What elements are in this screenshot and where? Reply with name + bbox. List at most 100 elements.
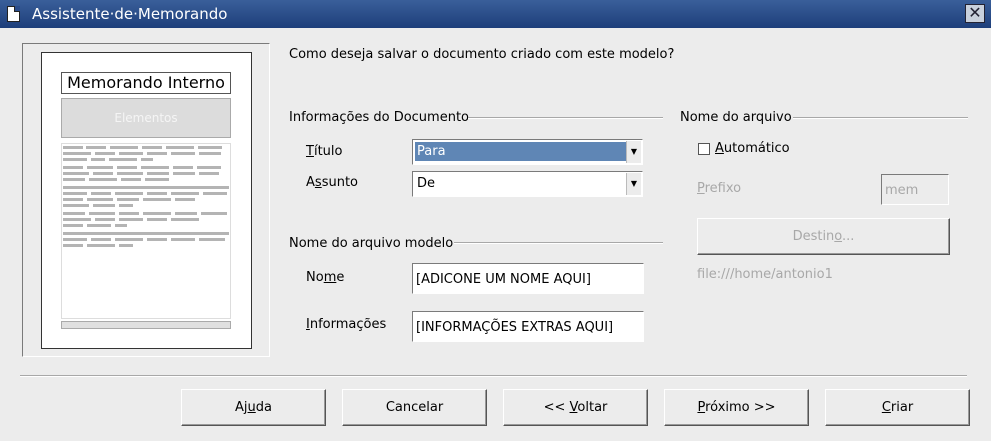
destination-button[interactable]: Destino... [697,218,950,255]
preview-text-line [175,212,197,215]
group-divider [793,117,968,119]
window-title: Assistente·de·Memorando [32,5,228,23]
preview-text-line [199,152,221,155]
next-button[interactable]: Próximo >> [664,389,809,426]
title-combobox-value: Para [415,142,626,161]
close-icon[interactable]: ✕ [965,4,985,23]
file-name-group-title: Nome do arquivo [680,110,792,125]
preview-text-line [147,218,167,221]
preview-text-line [63,238,87,241]
preview-text-line [199,238,225,241]
preview-text-line [143,212,171,215]
automatic-label[interactable]: Automático [715,141,790,156]
preview-text-line [141,166,169,169]
preview-text-line [63,232,229,235]
preview-elements-block: Elementos [61,98,231,138]
preview-text-line [117,166,137,169]
preview-text-line [147,152,167,155]
bottom-separator [20,375,967,377]
preview-text-line [63,204,89,207]
preview-text-line [198,146,222,149]
preview-text-line [147,238,167,241]
preview-text-line [87,166,113,169]
preview-text-line [175,198,195,201]
group-divider [468,117,663,119]
preview-text-line [171,192,199,195]
title-bar: Assistente·de·Memorando ✕ [0,0,991,28]
title-label: Título [306,144,343,159]
name-label: Nome [306,270,345,285]
preview-text-line [87,224,111,227]
subject-label: Assunto [306,175,358,190]
preview-text-line [141,158,153,161]
preview-text-line [91,192,111,195]
preview-text-line [63,172,89,175]
group-divider [454,242,663,244]
preview-text-line [63,186,229,189]
preview-text-line [95,218,115,221]
preview-text-line [119,218,143,221]
preview-text-line [117,198,139,201]
preview-text-line [119,204,133,207]
destination-path: file:///home/antonio1 [697,267,833,282]
preview-text-line [171,238,195,241]
preview-text-line [63,224,83,227]
preview-text-line [89,212,115,215]
preview-text-line [147,192,167,195]
preview-text-line [203,192,227,195]
preview-text-line [115,224,127,227]
preview-text-line [63,244,83,247]
automatic-checkbox[interactable] [698,143,710,155]
preview-footer [61,321,231,329]
preview-text-line [199,172,219,175]
prefix-label: Prefixo [697,181,742,196]
preview-body-text [61,143,231,319]
preview-text-line [110,146,138,149]
cancel-button[interactable]: Cancelar [342,389,487,426]
subject-combobox[interactable]: De ▼ [412,171,643,197]
info-label: Informações [306,317,387,332]
preview-text-line [63,166,83,169]
doc-info-group-title: Informações do Documento [289,110,469,125]
prefix-input[interactable]: mem [881,174,949,205]
preview-text-line [173,166,193,169]
preview-text-line [63,212,85,215]
preview-text-line [63,198,83,201]
preview-text-line [87,244,115,247]
preview-text-line [119,212,139,215]
preview-text-line [86,146,106,149]
preview-text-line [121,178,141,181]
preview-text-line [91,238,111,241]
question-text: Como deseja salvar o documento criado co… [289,47,675,62]
help-button[interactable]: Ajuda [181,389,326,426]
create-button[interactable]: Criar [825,389,970,426]
preview-text-line [93,172,113,175]
preview-text-line [119,244,133,247]
title-combobox[interactable]: Para ▼ [412,139,643,165]
preview-text-line [145,178,169,181]
preview-text-line [93,204,115,207]
preview-text-line [197,166,221,169]
preview-text-line [171,152,195,155]
template-info-input[interactable]: [INFORMAÇÕES EXTRAS AQUI] [412,311,644,342]
preview-text-line [201,212,227,215]
chevron-down-icon[interactable]: ▼ [626,173,641,195]
preview-text-line [147,172,169,175]
preview-text-line [63,152,91,155]
preview-text-line [143,198,171,201]
preview-text-line [63,178,85,181]
preview-text-line [142,146,162,149]
preview-text-line [171,218,199,221]
preview-text-line [87,198,113,201]
preview-text-line [173,172,195,175]
preview-text-line [63,192,87,195]
preview-text-line [117,172,143,175]
preview-text-line [63,146,83,149]
preview-text-line [115,238,143,241]
preview-heading: Memorando Interno [61,72,231,94]
preview-text-line [63,218,91,221]
chevron-down-icon[interactable]: ▼ [626,141,641,163]
template-name-input[interactable]: [ADICONE UM NOME AQUI] [412,263,644,294]
back-button[interactable]: << Voltar [503,389,648,426]
preview-text-line [166,146,194,149]
